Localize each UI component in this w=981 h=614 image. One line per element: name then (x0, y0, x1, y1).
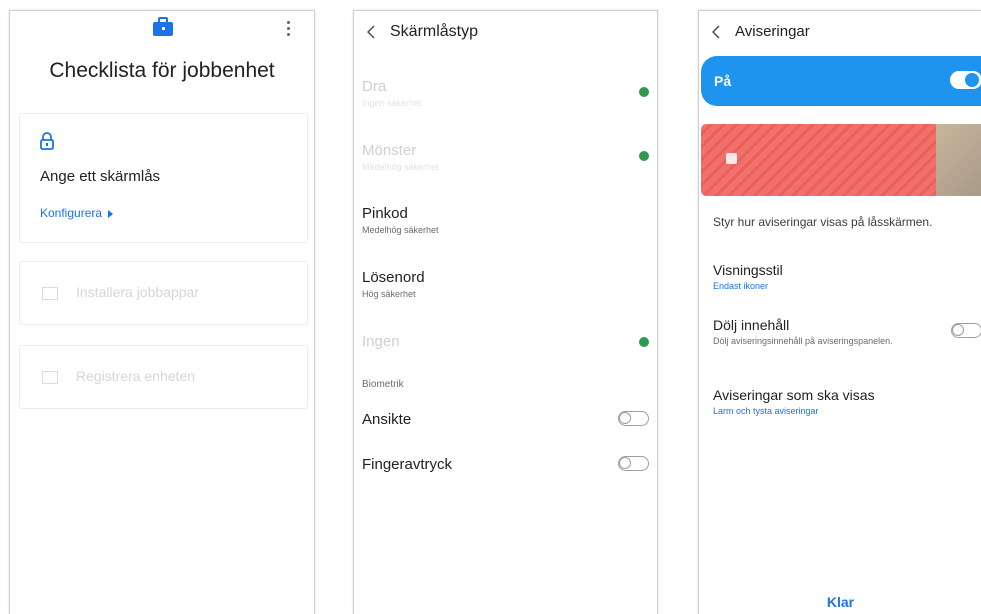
hide-content-desc: Dölj aviseringsinnehåll på aviseringspan… (713, 336, 893, 346)
install-apps-card: Installera jobbappar (19, 261, 308, 325)
fingerprint-toggle[interactable] (618, 456, 649, 471)
hide-content-label: Dölj innehåll (713, 317, 790, 333)
app-bar: Aviseringar (699, 19, 981, 49)
master-toggle[interactable] (950, 71, 981, 89)
more-options-icon[interactable] (284, 21, 292, 39)
configure-label: Konfigurera (40, 206, 103, 220)
option-none: Ingen (362, 333, 649, 363)
screen-lock-type-screen: Skärmlåstyp Dra Ingen säkerhet Mönster M… (353, 10, 658, 614)
option-swipe: Dra Ingen säkerhet (362, 78, 649, 124)
hide-content-item[interactable]: Dölj innehåll Dölj aviseringsinnehåll på… (713, 317, 981, 346)
page-title: Checklista för jobbenhet (49, 59, 275, 82)
option-password[interactable]: Lösenord Hög säkerhet (362, 269, 649, 315)
notifications-to-show-label: Aviseringar som ska visas (713, 387, 875, 403)
play-arrow-icon (108, 209, 114, 218)
install-apps-label: Installera jobbappar (76, 284, 199, 300)
screen-lock-title: Ange ett skärmlås (40, 168, 161, 185)
hide-content-toggle[interactable] (951, 323, 981, 338)
page-title: Aviseringar (735, 23, 810, 40)
lock-icon (40, 132, 54, 150)
register-device-card: Registrera enheten (19, 345, 308, 409)
configure-link[interactable]: Konfigurera (40, 206, 114, 220)
biometrics-heading: Biometrik (362, 379, 404, 390)
notification-icon (726, 153, 737, 164)
wallpaper-thumbnail (936, 124, 981, 196)
done-button[interactable]: Klar (699, 594, 981, 610)
display-style-label: Visningsstil (713, 262, 783, 278)
display-style-value: Endast ikoner (713, 281, 769, 291)
device-icon (42, 370, 58, 384)
info-icon[interactable] (639, 151, 649, 161)
work-checklist-screen: Checklista för jobbenhet Ange ett skärml… (9, 10, 315, 614)
option-password-sub: Hög säkerhet (362, 289, 416, 299)
option-pattern: Mönster Medelhög säkerhet (362, 142, 649, 188)
option-password-label: Lösenord (362, 269, 425, 286)
biometric-fingerprint[interactable]: Fingeravtryck (362, 456, 649, 486)
option-swipe-label: Dra (362, 78, 387, 95)
apps-icon (42, 286, 58, 300)
back-arrow-icon[interactable] (711, 25, 721, 39)
notifications-to-show-value: Larm och tysta aviseringar (713, 406, 819, 416)
master-switch-label: På (714, 73, 732, 89)
notifications-master-switch-row[interactable]: På (701, 56, 981, 106)
option-pin-sub: Medelhög säkerhet (362, 225, 439, 235)
notifications-to-show-item[interactable]: Aviseringar som ska visas Larm och tysta… (713, 387, 974, 416)
option-swipe-sub: Ingen säkerhet (362, 98, 422, 108)
app-bar: Skärmlåstyp (354, 19, 657, 49)
option-pattern-sub: Medelhög säkerhet (362, 162, 439, 172)
info-icon[interactable] (639, 337, 649, 347)
biometric-face[interactable]: Ansikte (362, 411, 649, 441)
description-text: Styr hur aviseringar visas på låsskärmen… (713, 215, 933, 229)
page-title: Skärmlåstyp (390, 23, 479, 40)
face-toggle[interactable] (618, 411, 649, 426)
biometric-fingerprint-label: Fingeravtryck (362, 456, 453, 473)
notifications-screen: Aviseringar På Styr hur aviseringar visa… (698, 10, 981, 614)
back-arrow-icon[interactable] (366, 25, 376, 39)
option-pattern-label: Mönster (362, 142, 417, 159)
biometric-face-label: Ansikte (362, 411, 412, 428)
option-pin[interactable]: Pinkod Medelhög säkerhet (362, 205, 649, 251)
option-none-label: Ingen (362, 333, 400, 350)
screen-lock-card[interactable]: Ange ett skärmlås Konfigurera (19, 113, 308, 243)
register-device-label: Registrera enheten (76, 368, 196, 384)
display-style-item[interactable]: Visningsstil Endast ikoner (713, 262, 974, 291)
info-icon[interactable] (639, 87, 649, 97)
option-pin-label: Pinkod (362, 205, 408, 222)
briefcase-icon (153, 17, 173, 36)
